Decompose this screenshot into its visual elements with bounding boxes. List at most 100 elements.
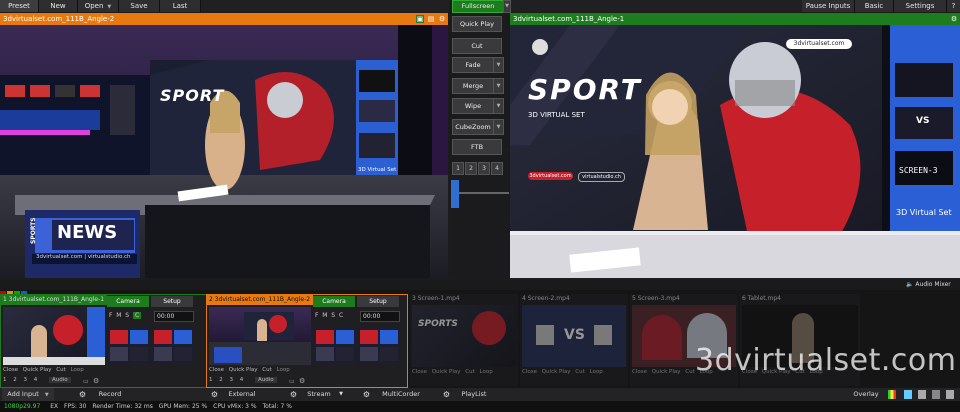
input-2-m[interactable]: M (322, 312, 327, 319)
input-1-overlay-4[interactable]: 4 (34, 377, 38, 383)
cubezoom-dropdown[interactable]: ▼ (493, 119, 504, 135)
input-1-overlay-1[interactable]: 1 (3, 377, 7, 383)
input-5-close-button[interactable]: Close (632, 369, 647, 375)
cut-button[interactable]: Cut (452, 38, 502, 54)
input-2-f[interactable]: F (315, 312, 318, 319)
input-4-loop-button[interactable]: Loop (590, 369, 603, 375)
input-1-quick-play-button[interactable]: Quick Play (23, 367, 52, 373)
playlist-gear-icon[interactable]: ⚙ (440, 388, 453, 401)
picture-icon[interactable]: ▤ (427, 15, 435, 23)
camera-icon[interactable] (932, 390, 940, 399)
input-2-header[interactable]: 2 3dvirtualset.com_111B_Angle-2 (207, 295, 313, 305)
last-button[interactable]: Last (160, 0, 201, 12)
wipe-dropdown[interactable]: ▼ (493, 98, 504, 114)
save-button[interactable]: Save (119, 0, 160, 12)
t-bar-handle[interactable] (451, 180, 459, 208)
input-3-header[interactable]: 3 Screen-1.mp4 (412, 294, 460, 304)
input-3-quick-play-button[interactable]: Quick Play (432, 369, 461, 375)
input-3-loop-button[interactable]: Loop (480, 369, 493, 375)
overlay-bars-icon[interactable] (888, 390, 896, 399)
input-card-1[interactable]: 1 3dvirtualset.com_111B_Angle-1 Camera S… (0, 294, 207, 388)
input-2-subview-a[interactable] (314, 328, 356, 364)
external-button[interactable]: External (222, 388, 262, 401)
input-1-subview-a[interactable] (108, 328, 150, 364)
stream-gear-icon[interactable]: ⚙ (287, 388, 300, 401)
wipe-button[interactable]: Wipe (452, 98, 494, 114)
input-1-c[interactable]: C (132, 312, 142, 319)
fade-button[interactable]: Fade (452, 57, 494, 73)
input-2-quick-play-button[interactable]: Quick Play (229, 367, 258, 373)
input-5-quick-play-button[interactable]: Quick Play (652, 369, 681, 375)
input-4-header[interactable]: 4 Screen-2.mp4 (522, 294, 570, 304)
preview-video[interactable]: SPORT NEWS SPORTS 3dvirtualset.com | vir… (0, 25, 448, 278)
gear-icon[interactable]: ⚙ (93, 377, 99, 385)
input-3-close-button[interactable]: Close (412, 369, 427, 375)
monitor-icon[interactable]: ▭ (289, 378, 295, 385)
input-2-s[interactable]: S (331, 312, 335, 319)
input-2-subview-b[interactable] (358, 328, 400, 364)
input-1-subview-b[interactable] (152, 328, 194, 364)
pause-inputs-button[interactable]: Pause Inputs (802, 0, 855, 12)
program-video[interactable]: 3dvirtualset.com SPORT 3D VIRTUAL SET 3d… (510, 25, 960, 278)
input-card-3[interactable]: 3 Screen-1.mp4 SPORTS Close Quick Play C… (410, 294, 518, 386)
input-card-4[interactable]: 4 Screen-2.mp4 VS Close Quick Play Cut L… (520, 294, 628, 386)
open-button[interactable]: Open ▼ (78, 0, 119, 12)
input-1-setup-button[interactable]: Setup (151, 296, 193, 307)
input-card-2[interactable]: 2 3dvirtualset.com_111B_Angle-2 Camera S… (206, 294, 408, 388)
quick-play-button[interactable]: Quick Play (452, 16, 502, 32)
fullscreen-button[interactable]: Fullscreen (452, 0, 504, 13)
fullscreen-dropdown[interactable]: ▼ (503, 0, 511, 13)
input-3-thumbnail[interactable]: SPORTS (412, 305, 516, 367)
transition-1-button[interactable]: 1 (452, 162, 464, 175)
input-2-overlay-1[interactable]: 1 (209, 377, 213, 383)
help-icon[interactable]: ? (947, 0, 960, 12)
ftb-button[interactable]: FTB (452, 139, 502, 155)
record-button[interactable]: Record (90, 388, 130, 401)
input-2-time-field[interactable]: 00:00 (360, 311, 400, 322)
basic-button[interactable]: Basic (855, 0, 894, 12)
input-1-m[interactable]: M (116, 312, 121, 319)
merge-button[interactable]: Merge (452, 78, 494, 94)
preset-button[interactable]: Preset (0, 0, 39, 12)
input-6-header[interactable]: 6 Tablet.mp4 (742, 294, 781, 304)
input-1-loop-button[interactable]: Loop (71, 367, 84, 373)
input-2-thumbnail[interactable] (209, 307, 311, 365)
input-2-audio-button[interactable]: Audio (255, 377, 277, 383)
fade-dropdown[interactable]: ▼ (493, 57, 504, 73)
input-2-camera-button[interactable]: Camera (313, 296, 355, 307)
input-1-fmsc[interactable]: F M S C (109, 312, 142, 319)
input-1-cut-button[interactable]: Cut (56, 367, 65, 373)
input-1-thumbnail[interactable] (3, 307, 105, 365)
gear-icon[interactable]: ⚙ (438, 15, 446, 23)
input-1-overlay-2[interactable]: 2 (13, 377, 17, 383)
input-2-overlay-3[interactable]: 3 (230, 377, 234, 383)
t-bar-track[interactable] (459, 192, 509, 194)
chevron-down-icon[interactable]: ▼ (337, 388, 345, 401)
input-2-fmsc[interactable]: F M S C (315, 312, 343, 319)
input-1-audio-button[interactable]: Audio (49, 377, 71, 383)
input-1-f[interactable]: F (109, 312, 112, 319)
new-button[interactable]: New (39, 0, 78, 12)
input-4-thumbnail[interactable]: VS (522, 305, 626, 367)
input-5-header[interactable]: 5 Screen-3.mp4 (632, 294, 680, 304)
monitor-icon[interactable]: ▭ (83, 378, 89, 385)
fullscreen-icon[interactable] (946, 390, 954, 399)
input-2-overlay-4[interactable]: 4 (240, 377, 244, 383)
input-2-cut-button[interactable]: Cut (262, 367, 271, 373)
input-1-time-field[interactable]: 00:00 (154, 311, 194, 322)
gear-icon[interactable]: ⚙ (950, 15, 958, 23)
audio-mixer-toggle[interactable]: 🔈 Audio Mixer (906, 280, 951, 290)
input-2-setup-button[interactable]: Setup (357, 296, 399, 307)
input-3-cut-button[interactable]: Cut (465, 369, 474, 375)
add-input-button[interactable]: Add Input ▼ (2, 388, 54, 401)
input-2-c[interactable]: C (339, 312, 343, 319)
list-icon[interactable] (918, 390, 926, 399)
playlist-button[interactable]: PlayList (456, 388, 492, 401)
layout-icon[interactable]: ▣ (416, 15, 424, 23)
cubezoom-button[interactable]: CubeZoom (452, 119, 494, 135)
multicorder-button[interactable]: MultiCorder (376, 388, 426, 401)
record-gear-icon[interactable]: ⚙ (76, 388, 89, 401)
stream-button[interactable]: Stream (301, 388, 337, 401)
transition-4-button[interactable]: 4 (491, 162, 503, 175)
input-1-camera-button[interactable]: Camera (107, 296, 149, 307)
